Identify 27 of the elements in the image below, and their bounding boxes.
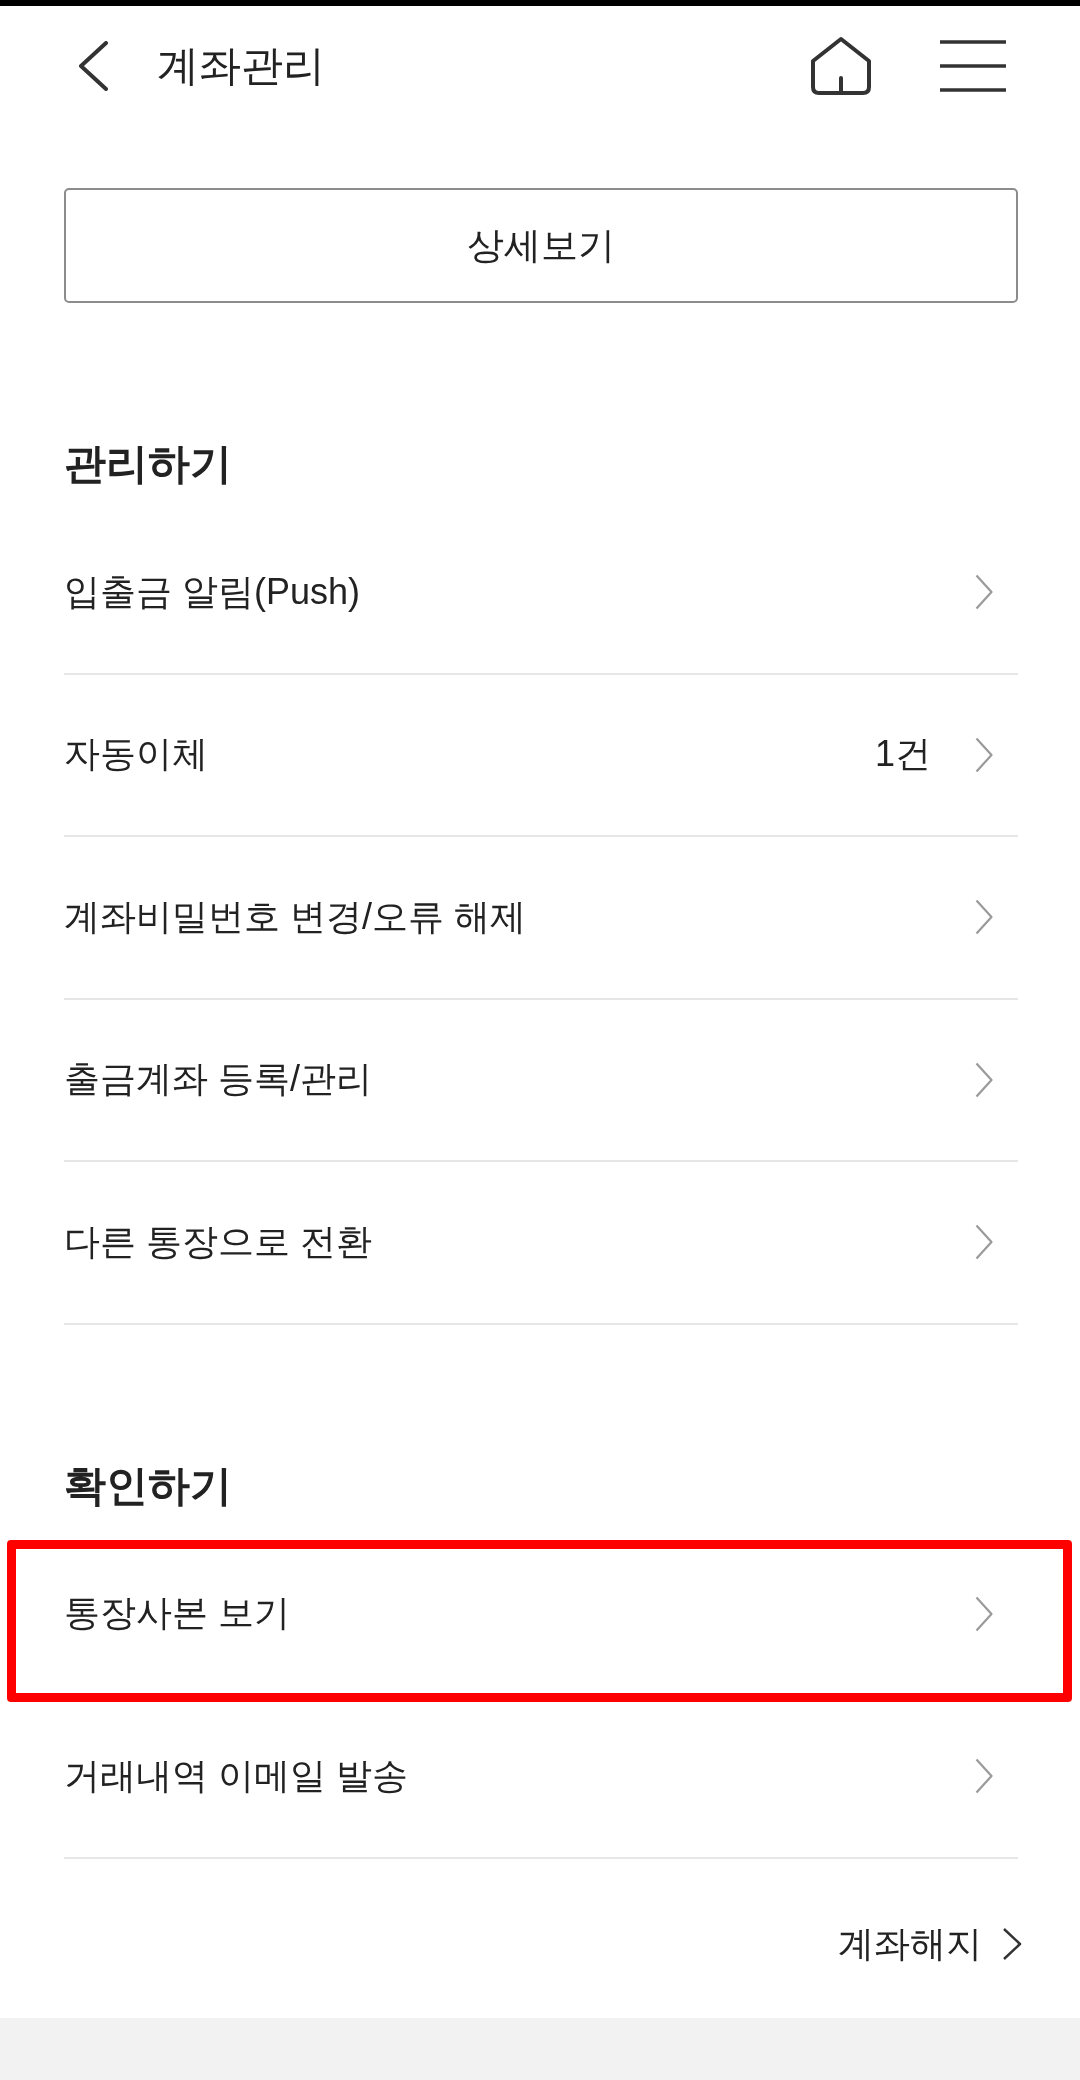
- chevron-right-icon: [975, 1758, 993, 1795]
- chevron-right-icon: [975, 574, 993, 611]
- menu-item[interactable]: 거래내역 이메일 발송: [64, 1696, 1018, 1859]
- menu-icon: [940, 40, 1006, 92]
- section-heading: 관리하기: [64, 440, 233, 488]
- count-text: 1건: [874, 732, 931, 777]
- chevron-right-icon: [975, 899, 993, 936]
- menu-item[interactable]: 계좌비밀번호 변경/오류 해제: [64, 837, 1018, 1000]
- chevron-right-icon: [975, 736, 993, 773]
- home-icon: [810, 36, 872, 96]
- menu-item[interactable]: 자동이체 1건: [64, 674, 1018, 837]
- chevron-right-icon: [975, 1224, 993, 1261]
- close-account-link[interactable]: 계좌해지: [838, 1918, 1022, 1969]
- section-heading: 확인하기: [64, 1461, 233, 1510]
- back-icon: [77, 41, 109, 91]
- chevron-right-icon: [1002, 1926, 1022, 1961]
- home-button[interactable]: [810, 36, 872, 96]
- back-button[interactable]: [77, 41, 109, 91]
- page-title: 계좌관리: [157, 40, 326, 91]
- menu-item[interactable]: 입출금 알림(Push): [64, 512, 1018, 675]
- detail-button[interactable]: 상세보기: [64, 188, 1018, 303]
- chevron-right-icon: [975, 1061, 993, 1098]
- menu-item[interactable]: 출금계좌 등록/관리: [64, 999, 1018, 1162]
- menu-item[interactable]: 다른 통장으로 전환: [64, 1162, 1018, 1325]
- chevron-right-icon: [975, 1595, 993, 1632]
- menu-button[interactable]: [940, 40, 1006, 92]
- menu-item[interactable]: 통장사본 보기: [64, 1533, 1018, 1696]
